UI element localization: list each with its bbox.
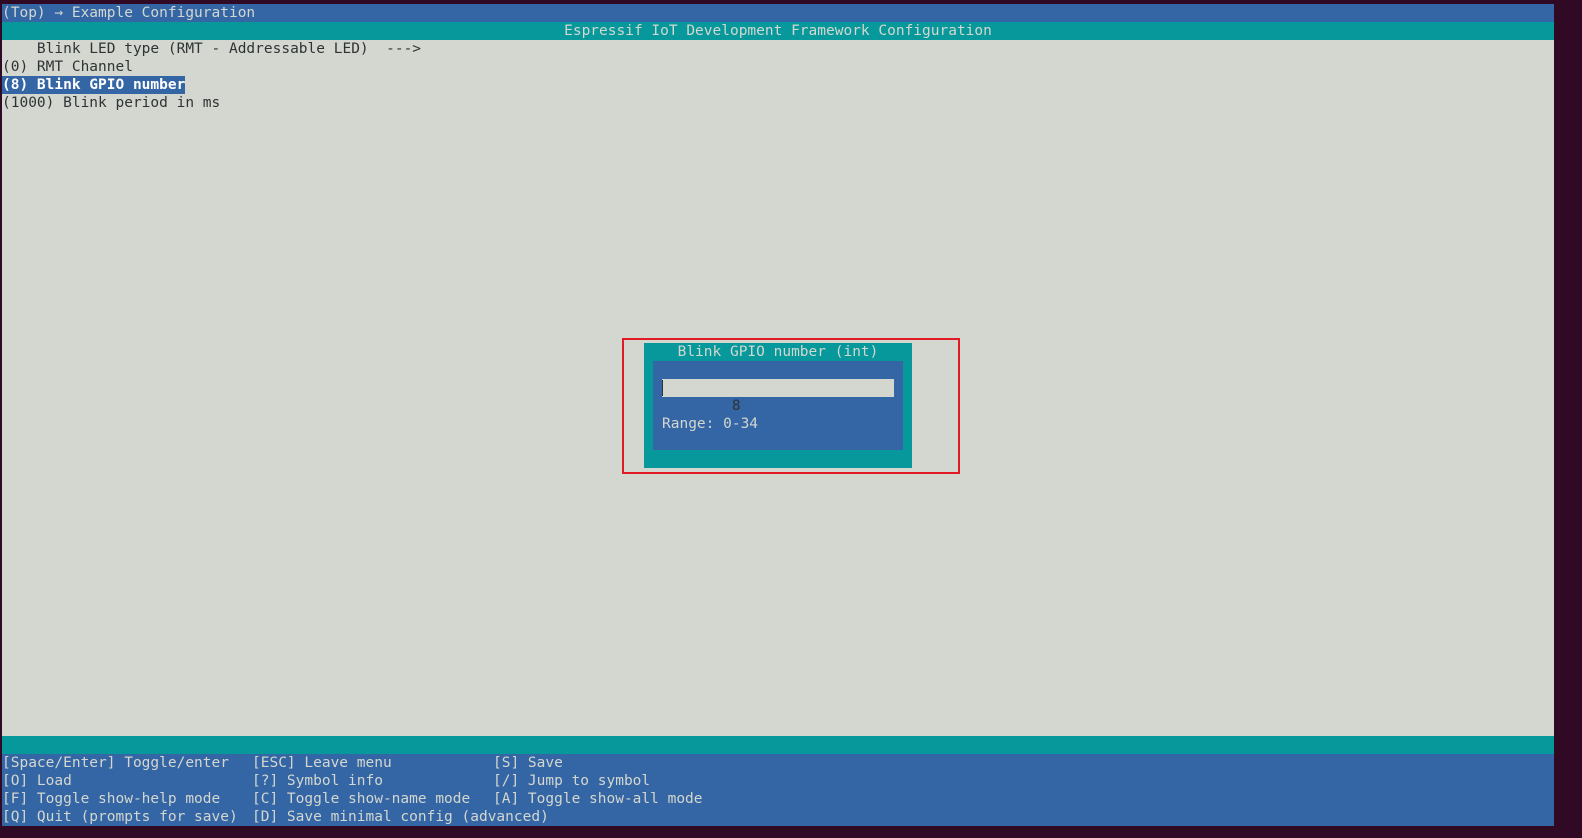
menu-item-blink-gpio-number[interactable]: (8) Blink GPIO number [2, 76, 186, 94]
key-esc[interactable]: [ESC] Leave menu [252, 754, 392, 772]
dialog-title: Blink GPIO number (int) [677, 344, 879, 360]
menu-item-rmt-channel[interactable]: (0) RMT Channel [2, 58, 133, 76]
input-dialog: Blink GPIO number (int) 8 Range: 0-34 [644, 343, 912, 468]
key-jump-to-symbol[interactable]: [/] Jump to symbol [493, 772, 650, 790]
dialog-body: 8 Range: 0-34 [653, 361, 903, 450]
gpio-number-input[interactable]: 8 [662, 379, 894, 414]
key-load[interactable]: [O] Load [2, 772, 72, 790]
breadcrumb-bar: (Top) → Example Configuration [2, 4, 1554, 22]
key-save-minimal[interactable]: [D] Save minimal config (advanced) [252, 808, 549, 826]
key-toggle-all[interactable]: [A] Toggle show-all mode [493, 790, 703, 808]
gpio-number-input-value: 8 [731, 398, 741, 414]
footer-separator [2, 736, 1554, 754]
breadcrumb: (Top) → Example Configuration [2, 5, 256, 21]
menu-item-blink-led-type[interactable]: Blink LED type (RMT - Addressable LED) -… [2, 40, 421, 58]
menu-item-blink-period[interactable]: (1000) Blink period in ms [2, 94, 220, 112]
key-toggle-help[interactable]: [F] Toggle show-help mode [2, 790, 220, 808]
keybinding-footer: [Space/Enter] Toggle/enter [ESC] Leave m… [2, 754, 1554, 826]
terminal-window: (Top) → Example Configuration Espressif … [2, 4, 1554, 826]
key-quit[interactable]: [Q] Quit (prompts for save) [2, 808, 238, 826]
key-symbol-info[interactable]: [?] Symbol info [252, 772, 383, 790]
key-toggle-name[interactable]: [C] Toggle show-name mode [252, 790, 470, 808]
dialog-range-hint: Range: 0-34 [662, 416, 759, 432]
text-cursor [662, 380, 663, 396]
key-save[interactable]: [S] Save [493, 754, 563, 772]
key-space-enter[interactable]: [Space/Enter] Toggle/enter [2, 754, 229, 772]
page-title: Espressif IoT Development Framework Conf… [2, 22, 1554, 40]
